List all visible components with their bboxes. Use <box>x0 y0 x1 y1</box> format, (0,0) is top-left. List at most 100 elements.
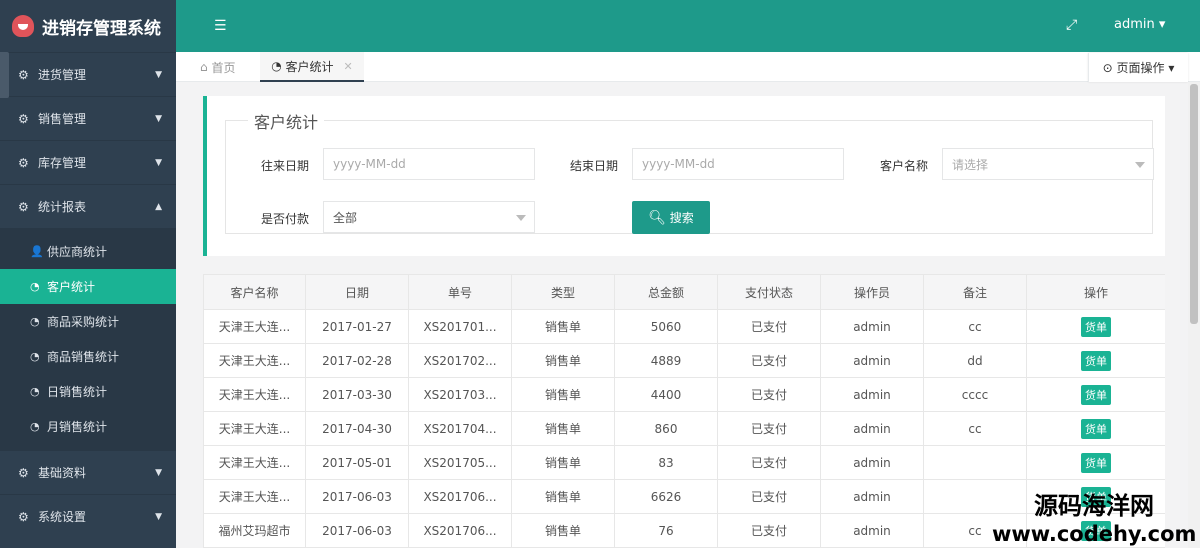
menu-system-settings[interactable]: ⚙ 系统设置 ▼ <box>0 494 176 538</box>
app-title: 进销存管理系统 <box>42 18 161 39</box>
table-cell: 销售单 <box>511 377 615 412</box>
table-cell: admin <box>820 445 924 480</box>
dashboard-icon: ◔ <box>271 59 282 73</box>
table-cell: XS201704... <box>408 411 512 446</box>
caret-up-icon: ▲ <box>155 201 162 212</box>
table-cell: XS201702... <box>408 343 512 378</box>
table-cell: 销售单 <box>511 343 615 378</box>
caret-down-icon: ▼ <box>155 69 162 80</box>
table-cell: 2017-06-03 <box>305 513 409 548</box>
fullscreen-icon[interactable]: ⤢ <box>1066 17 1077 33</box>
gears-icon: ⚙ <box>18 509 29 524</box>
logo-icon <box>12 15 34 37</box>
table-cell: 83 <box>614 445 718 480</box>
tab-home[interactable]: ⌂ 首页 <box>200 52 235 82</box>
menu-stock[interactable]: ⚙ 库存管理 ▼ <box>0 140 176 184</box>
table-cell: admin <box>820 377 924 412</box>
filter-panel: 客户统计 往来日期 yyyy-MM-dd 结束日期 yyyy-MM-dd 客户名… <box>203 96 1165 256</box>
close-tab-icon[interactable]: ✕ <box>344 60 353 73</box>
table-cell: 天津王大连... <box>203 479 306 514</box>
table-cell: 2017-05-01 <box>305 445 409 480</box>
table-cell: 销售单 <box>511 411 615 446</box>
table-cell: 销售单 <box>511 479 615 514</box>
reports-submenu: 👤 供应商统计 ◔ 客户统计 ◔ 商品采购统计 ◔ 商品销售统计 ◔ 日销售统计… <box>0 228 176 450</box>
table-cell: 4889 <box>614 343 718 378</box>
table-cell <box>923 445 1027 480</box>
dropdown-arrow-icon <box>1135 162 1145 168</box>
table-row: 天津王大连... 2017-04-30 XS201704... 销售单 860 已支付 ad… <box>203 411 1165 446</box>
table-cell: 已支付 <box>717 309 821 344</box>
start-date-input[interactable]: yyyy-MM-dd <box>323 148 535 180</box>
sidebar: 进销存管理系统 ⚙ 进货管理 ▼ ⚙ 销售管理 ▼ ⚙ 库存管理 ▼ ⚙ 统计报… <box>0 0 176 548</box>
table-cell: XS201703... <box>408 377 512 412</box>
column-header: 日期 <box>305 274 409 310</box>
table-cell: 货单 <box>1026 377 1165 412</box>
table-cell: XS201706... <box>408 479 512 514</box>
table-cell: 5060 <box>614 309 718 344</box>
table-cell: admin <box>820 513 924 548</box>
table-header-row: 客户名称 日期 单号 类型 总金额 支付状态 操作员 备注 操作 <box>203 274 1165 310</box>
column-header: 单号 <box>408 274 512 310</box>
table-row: 天津王大连... 2017-01-27 XS201701... 销售单 5060 已支付 a… <box>203 309 1165 344</box>
bill-button[interactable]: 货单 <box>1081 384 1111 405</box>
table-cell: 天津王大连... <box>203 343 306 378</box>
menu-base-data[interactable]: ⚙ 基础资料 ▼ <box>0 450 176 494</box>
page-operations-button[interactable]: ⊙ 页面操作 ▾ <box>1088 53 1188 82</box>
table-cell: admin <box>820 479 924 514</box>
table-cell: 2017-01-27 <box>305 309 409 344</box>
bill-button[interactable]: 货单 <box>1081 452 1111 473</box>
menu-toggle-icon[interactable]: ☰ <box>214 18 227 34</box>
vertical-scrollbar[interactable] <box>1188 82 1200 548</box>
table-cell: 货单 <box>1026 445 1165 480</box>
submenu-product-sales-stats[interactable]: ◔ 商品销售统计 <box>0 339 176 374</box>
table-cell: 销售单 <box>511 445 615 480</box>
table-cell: cccc <box>923 377 1027 412</box>
table-cell: cc <box>923 309 1027 344</box>
menu-sales[interactable]: ⚙ 销售管理 ▼ <box>0 96 176 140</box>
table-cell: XS201705... <box>408 445 512 480</box>
column-header: 客户名称 <box>203 274 306 310</box>
search-button[interactable]: 🔍︎ 搜索 <box>632 201 710 234</box>
user-menu[interactable]: admin ▾ <box>1114 17 1165 32</box>
paid-label: 是否付款 <box>261 212 310 226</box>
gears-icon: ⚙ <box>18 465 29 480</box>
bill-button[interactable]: 货单 <box>1081 350 1111 371</box>
search-icon: 🔍︎ <box>648 209 666 226</box>
caret-down-icon: ▼ <box>155 511 162 522</box>
table-cell: 销售单 <box>511 513 615 548</box>
table-cell: 已支付 <box>717 377 821 412</box>
dropdown-arrow-icon <box>516 215 526 221</box>
table-cell: 货单 <box>1026 411 1165 446</box>
paid-select[interactable]: 全部 <box>323 201 535 233</box>
tabs-bar: ⌂ 首页 ◔ 客户统计 ✕ ⊙ 页面操作 ▾ <box>176 52 1200 82</box>
table-cell: 货单 <box>1026 309 1165 344</box>
submenu-supplier-stats[interactable]: 👤 供应商统计 <box>0 234 176 269</box>
end-date-input[interactable]: yyyy-MM-dd <box>632 148 844 180</box>
table-cell: admin <box>820 343 924 378</box>
submenu-customer-stats[interactable]: ◔ 客户统计 <box>0 269 176 304</box>
dashboard-icon: ◔ <box>30 420 40 433</box>
sidebar-edge-handle[interactable] <box>0 52 9 98</box>
dashboard-icon: ◔ <box>30 350 40 363</box>
column-header: 类型 <box>511 274 615 310</box>
column-header: 操作 <box>1026 274 1165 310</box>
submenu-daily-sales-stats[interactable]: ◔ 日销售统计 <box>0 374 176 409</box>
bill-button[interactable]: 货单 <box>1081 316 1111 337</box>
table-cell: 2017-06-03 <box>305 479 409 514</box>
brand: 进销存管理系统 <box>0 0 176 52</box>
filter-legend: 客户统计 <box>248 109 325 133</box>
menu-purchase[interactable]: ⚙ 进货管理 ▼ <box>0 52 176 96</box>
tab-customer-stats[interactable]: ◔ 客户统计 ✕ <box>260 52 364 82</box>
bill-button[interactable]: 货单 <box>1081 418 1111 439</box>
gears-icon: ⚙ <box>18 155 29 170</box>
table-cell: 2017-04-30 <box>305 411 409 446</box>
menu-reports[interactable]: ⚙ 统计报表 ▲ <box>0 184 176 228</box>
submenu-product-purchase-stats[interactable]: ◔ 商品采购统计 <box>0 304 176 339</box>
customer-select[interactable]: 请选择 <box>942 148 1154 180</box>
column-header: 总金额 <box>614 274 718 310</box>
scrollbar-thumb[interactable] <box>1190 84 1198 324</box>
caret-down-icon: ▼ <box>155 157 162 168</box>
submenu-monthly-sales-stats[interactable]: ◔ 月销售统计 <box>0 409 176 444</box>
column-header: 支付状态 <box>717 274 821 310</box>
gears-icon: ⚙ <box>18 111 29 126</box>
